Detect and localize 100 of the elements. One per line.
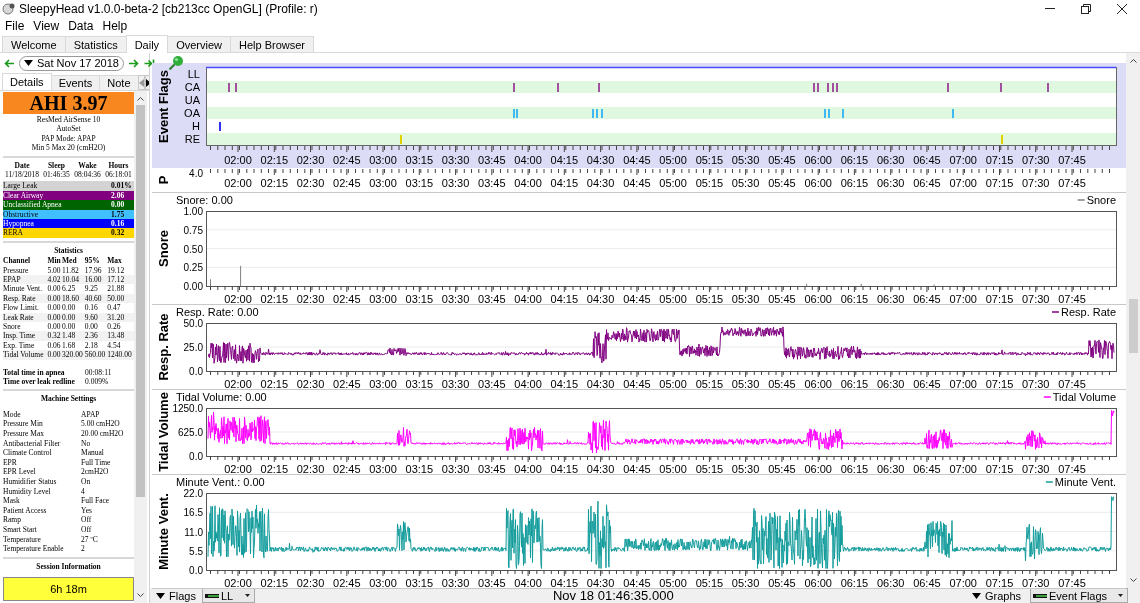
axis-label: 05:45: [768, 463, 796, 475]
axis-label: 04:45: [623, 378, 651, 390]
axis-label: 16.5: [183, 507, 203, 519]
axis-label: 02:45: [333, 154, 361, 166]
scrollbar[interactable]: [134, 91, 147, 603]
legend-label: Minute Vent.: [1054, 476, 1116, 488]
axis-label: 05:15: [695, 177, 724, 189]
axis-label: 05:45: [768, 154, 796, 166]
axis-label: 02:30: [296, 378, 325, 390]
axis-label: 05:00: [659, 577, 687, 589]
axis-label: 03:15: [405, 293, 434, 305]
tab[interactable]: Events: [50, 75, 101, 90]
tab[interactable]: Daily: [125, 35, 169, 53]
scroll-thumb[interactable]: [136, 105, 145, 497]
axis-label: 03:00: [369, 293, 397, 305]
axis-label: 625.0: [177, 427, 203, 438]
axis-label: 04:30: [586, 154, 615, 166]
axis-label: 02:45: [333, 463, 361, 475]
axis-label: 06:00: [804, 577, 832, 589]
axis-label: 1250.0: [172, 403, 203, 414]
caret-down-icon: [24, 60, 33, 66]
position-readout: Nov 18 01:46:35.000: [552, 588, 674, 603]
axis-label: 04:15: [550, 293, 579, 305]
axis-label: 06:45: [913, 154, 941, 166]
axis-label: 03:30: [441, 154, 470, 166]
tab[interactable]: Help Browser: [229, 36, 314, 52]
axis-label: 02:15: [260, 378, 289, 390]
tab[interactable]: Note: [99, 75, 139, 90]
previous-day-button[interactable]: [3, 58, 16, 68]
row-label: UA: [184, 94, 200, 106]
axis-label: 04:45: [623, 577, 651, 589]
date-dropdown[interactable]: Sat Nov 17 2018: [19, 55, 124, 71]
axis-label: 0.0: [189, 366, 203, 377]
menu-item[interactable]: Help: [102, 18, 128, 33]
tab[interactable]: Details: [2, 73, 52, 90]
axis-label: 25.0: [183, 342, 203, 353]
axis-label: 06:30: [876, 154, 905, 166]
axis-label: 05:30: [731, 293, 760, 305]
axis-label: 06:45: [913, 378, 941, 390]
menu-item[interactable]: View: [33, 18, 60, 33]
pin-icon: [168, 55, 184, 71]
next-day-button[interactable]: [126, 58, 140, 68]
axis-label: 03:30: [441, 577, 470, 589]
axis-label: 02:30: [296, 577, 325, 589]
axis-label: 03:00: [369, 463, 397, 475]
legend-label: Resp. Rate: [1060, 306, 1116, 318]
axis-label: 02:45: [333, 293, 361, 305]
axis-label: 06:30: [876, 293, 905, 305]
axis-label: 02:30: [296, 293, 325, 305]
axis-label: 04:45: [623, 177, 651, 189]
scroll-right-button[interactable]: [144, 75, 149, 90]
caret-down-icon: [244, 594, 250, 597]
axis-label: 05:00: [659, 378, 687, 390]
axis-label: 07:45: [1058, 154, 1086, 166]
axis-label: 02:00: [224, 293, 252, 305]
tab[interactable]: Welcome: [2, 36, 66, 52]
axis-label: 04:00: [514, 378, 542, 390]
axis-label: 03:45: [478, 577, 506, 589]
axis-label: 02:00: [224, 577, 252, 589]
graph-title: Resp. Rate: [156, 313, 171, 381]
axis-label: 02:00: [224, 463, 252, 475]
line-swatch-icon: [204, 593, 219, 598]
axis-label: 50.0: [183, 318, 203, 329]
axis-label: 05:45: [768, 293, 796, 305]
axis-label: 0.25: [183, 262, 203, 274]
axis-label: 06:30: [876, 463, 905, 475]
scroll-thumb[interactable]: [1128, 299, 1138, 353]
axis-label: 05:15: [695, 293, 724, 305]
axis-label: 03:00: [369, 577, 397, 589]
restore-icon: [1080, 2, 1092, 15]
tab[interactable]: Statistics: [64, 36, 127, 52]
menu-item[interactable]: File: [5, 18, 25, 33]
axis-label: 04:15: [550, 378, 579, 390]
tab[interactable]: Overview: [167, 36, 231, 52]
caret-up-icon: [137, 97, 144, 101]
graphs-button[interactable]: Graphs: [968, 588, 1024, 603]
axis-label: 02:00: [224, 177, 252, 189]
flags-button[interactable]: Flags: [153, 588, 199, 603]
axis-label: 07:45: [1058, 177, 1086, 189]
axis-label: 22.0: [183, 488, 203, 499]
axis-label: 04:15: [550, 154, 579, 166]
caret-down-icon: [156, 592, 165, 599]
axis-label: 03:30: [441, 463, 470, 475]
row-label: CA: [184, 81, 200, 93]
row-label: H: [192, 120, 200, 132]
axis-label: 04:30: [586, 463, 615, 475]
axis-label: 02:30: [296, 177, 325, 189]
axis-label: 07:00: [949, 293, 977, 305]
axis-label: 06:45: [913, 463, 941, 475]
axis-label: 07:00: [949, 154, 977, 166]
axis-label: 07:15: [985, 177, 1014, 189]
menu-item[interactable]: Data: [68, 18, 94, 33]
axis-label: 05:15: [695, 463, 724, 475]
axis-label: 04:30: [586, 577, 615, 589]
scrollbar[interactable]: [1126, 53, 1140, 588]
window-title: SleepyHead v1.0.0-beta-2 [cb213cc OpenGL] (Profile: r): [19, 1, 318, 16]
axis-label: 06:00: [804, 154, 832, 166]
axis-label: 02:15: [260, 293, 289, 305]
axis-label: 07:15: [985, 463, 1014, 475]
axis-label: 02:45: [333, 177, 361, 189]
